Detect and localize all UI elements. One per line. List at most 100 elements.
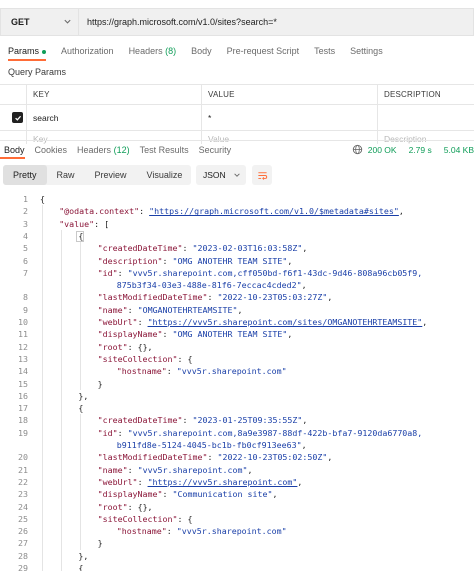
code-text: "value": [ xyxy=(59,218,109,230)
header-description: DESCRIPTION xyxy=(377,85,474,104)
format-pretty[interactable]: Pretty xyxy=(3,165,47,185)
tab-headers[interactable]: Headers (8) xyxy=(129,43,177,61)
tab-tests[interactable]: Tests xyxy=(314,43,335,61)
json-punct: { xyxy=(78,563,84,571)
response-body-code[interactable]: 1{2 "@odata.context": "https://graph.micr… xyxy=(0,193,474,571)
json-key: "displayName" xyxy=(97,489,163,500)
query-params-title: Query Params xyxy=(8,67,67,77)
json-punct: : {}, xyxy=(127,501,153,512)
code-line: 28}, xyxy=(0,550,474,562)
json-key: "root" xyxy=(97,341,128,352)
query-params-table: KEY VALUE DESCRIPTION search * Key Value… xyxy=(0,84,474,144)
line-number: 22 xyxy=(18,476,28,487)
line-number: 14 xyxy=(18,366,28,377)
tab-body-label: Body xyxy=(191,46,212,56)
json-punct: : { xyxy=(177,353,193,364)
json-punct: , xyxy=(287,329,293,340)
param-value-input[interactable]: * xyxy=(201,105,377,130)
code-line: 26 "hostname": "vvv5r.sharepoint.com" xyxy=(0,525,474,537)
tab-params[interactable]: Params xyxy=(8,43,47,61)
json-punct: : { xyxy=(177,513,193,524)
json-punct: } xyxy=(97,378,103,389)
tab-settings-label: Settings xyxy=(350,46,383,56)
globe-icon[interactable] xyxy=(352,144,363,157)
json-string[interactable]: "https://graph.microsoft.com/v1.0/$metad… xyxy=(149,206,399,216)
json-punct: , xyxy=(327,452,333,463)
json-punct: : xyxy=(137,317,148,327)
resp-tab-body[interactable]: Body xyxy=(0,141,25,159)
json-key: "displayName" xyxy=(97,329,163,340)
method-label: GET xyxy=(11,17,30,27)
json-punct: : {}, xyxy=(127,341,153,352)
line-number: 16 xyxy=(18,390,28,401)
header-key: KEY xyxy=(26,85,201,104)
tab-pre-request-script[interactable]: Pre-request Script xyxy=(227,43,300,61)
line-number: 2 xyxy=(23,206,28,217)
json-string: "vvv5r.sharepoint.com" xyxy=(176,366,287,377)
json-string[interactable]: "https://vvv5r.sharepoint.com" xyxy=(148,477,298,487)
url-input[interactable]: https://graph.microsoft.com/v1.0/sites?s… xyxy=(78,8,474,36)
language-select[interactable]: JSON xyxy=(196,165,246,185)
code-line: 21 "name": "vvv5r.sharepoint.com", xyxy=(0,464,474,476)
code-line: 4{ xyxy=(0,230,474,242)
json-key: "hostname" xyxy=(116,526,167,537)
json-string: 875b3f34-03e3-488e-81f6-7eccac4cded2" xyxy=(116,280,302,291)
resp-tab-test-results[interactable]: Test Results xyxy=(140,141,189,159)
header-check-cell xyxy=(0,85,26,104)
json-string: "OMG ANOTEHR TEAM SITE" xyxy=(172,255,288,266)
method-select[interactable]: GET xyxy=(0,8,78,36)
json-punct: , xyxy=(422,317,428,327)
code-text: "webUrl": "https://vvv5r.sharepoint.com"… xyxy=(98,476,303,488)
json-string: "2023-01-25T09:35:55Z" xyxy=(192,415,303,426)
json-key: "hostname" xyxy=(116,366,167,377)
response-time[interactable]: 2.79 s xyxy=(409,145,432,155)
json-punct: : xyxy=(117,427,128,438)
resp-tab-headers[interactable]: Headers (12) xyxy=(77,141,130,159)
json-punct: }, xyxy=(78,390,89,401)
param-description-input[interactable] xyxy=(377,105,474,130)
format-visualize[interactable]: Visualize xyxy=(137,165,193,185)
tab-settings[interactable]: Settings xyxy=(350,43,383,61)
code-line: 16}, xyxy=(0,390,474,402)
param-key-input[interactable]: search xyxy=(26,105,201,130)
code-line: 14 "hostname": "vvv5r.sharepoint.com" xyxy=(0,365,474,377)
format-preview[interactable]: Preview xyxy=(85,165,137,185)
tab-params-label: Params xyxy=(8,46,40,56)
resp-tab-cookies[interactable]: Cookies xyxy=(35,141,68,159)
json-string[interactable]: "https://vvv5r.sharepoint.com/sites/OMGA… xyxy=(148,317,423,327)
code-line: 15} xyxy=(0,378,474,390)
json-key: "siteCollection" xyxy=(97,513,178,524)
line-number: 19 xyxy=(18,427,28,438)
response-size[interactable]: 5.04 KB xyxy=(444,145,474,155)
code-line: 27} xyxy=(0,537,474,549)
json-punct: , xyxy=(237,304,243,315)
header-value: VALUE xyxy=(201,85,377,104)
code-line: 29 { xyxy=(0,562,474,571)
resp-tab-security[interactable]: Security xyxy=(199,141,232,159)
line-number: 23 xyxy=(18,489,28,500)
json-punct: , xyxy=(302,415,308,426)
json-punct: : [ xyxy=(94,218,110,229)
code-text: "id": "vvv5r.sharepoint.com,cff050bd-f6f… xyxy=(98,267,423,279)
tab-body[interactable]: Body xyxy=(191,43,212,61)
table-header-row: KEY VALUE DESCRIPTION xyxy=(0,84,474,104)
code-text: "displayName": "OMG ANOTEHR TEAM SITE", xyxy=(98,328,293,340)
code-line: 8 "lastModifiedDateTime": "2022-10-23T05:… xyxy=(0,291,474,303)
json-punct: } xyxy=(97,538,103,549)
code-text: "id": "vvv5r.sharepoint.com,8a9e3987-88d… xyxy=(98,427,423,439)
json-punct: { xyxy=(78,403,84,414)
code-line: 20 "lastModifiedDateTime": "2022-10-23T05… xyxy=(0,451,474,463)
json-string: "2022-10-23T05:03:27Z" xyxy=(217,292,328,303)
status-code[interactable]: 200 OK xyxy=(368,145,397,155)
json-string: "OMG ANOTEHR TEAM SITE" xyxy=(172,329,288,340)
param-enabled-checkbox[interactable] xyxy=(12,112,23,123)
line-number: 13 xyxy=(18,353,28,364)
tab-authorization[interactable]: Authorization xyxy=(61,43,114,61)
code-line: 25 "siteCollection": { xyxy=(0,513,474,525)
line-number: 18 xyxy=(18,415,28,426)
line-number: 24 xyxy=(18,501,28,512)
code-line: 17 { xyxy=(0,402,474,414)
wrap-lines-icon[interactable] xyxy=(252,165,272,185)
response-status: 200 OK 2.79 s 5.04 KB xyxy=(352,141,474,159)
format-raw[interactable]: Raw xyxy=(47,165,85,185)
